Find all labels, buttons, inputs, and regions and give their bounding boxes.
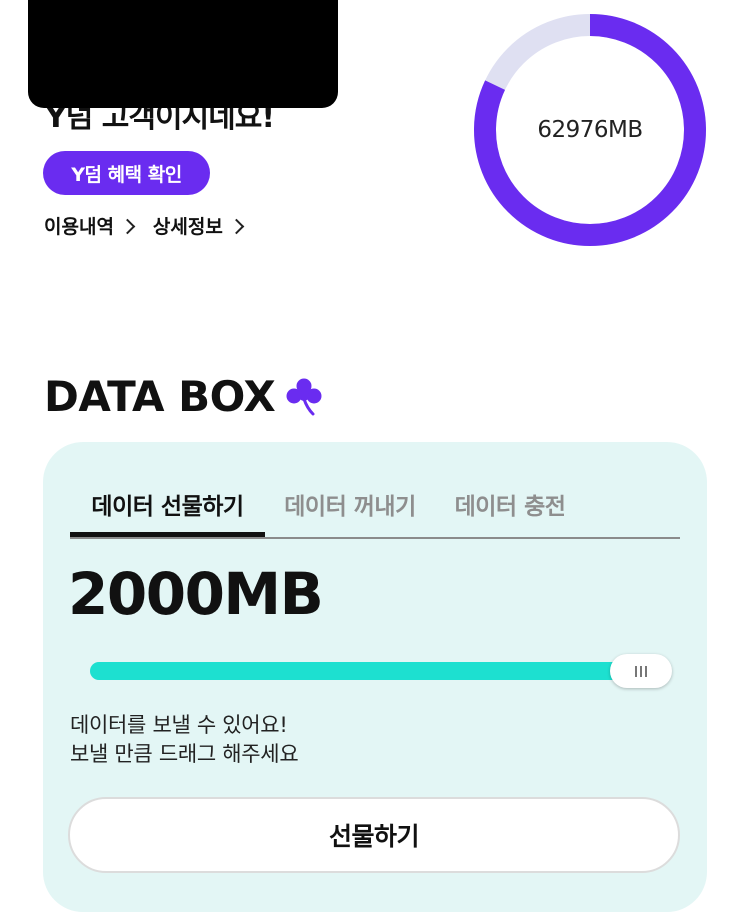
details-link[interactable]: 상세정보 <box>152 212 245 239</box>
databox-heading: DATA BOX <box>44 372 323 421</box>
drag-hint: 데이터를 보낼 수 있어요! 보낼 만큼 드래그 해주세요 <box>70 711 299 769</box>
grip-line <box>635 665 637 677</box>
hint-line-2: 보낼 만큼 드래그 해주세요 <box>70 742 299 766</box>
tab-data-withdraw[interactable]: 데이터 꺼내기 <box>270 483 430 535</box>
active-tab-indicator <box>70 532 265 537</box>
hint-line-1: 데이터를 보낼 수 있어요! <box>70 713 288 737</box>
databox-tabs: 데이터 선물하기 데이터 꺼내기 데이터 충전 <box>70 483 680 539</box>
clover-icon <box>286 378 322 415</box>
tab-data-gift[interactable]: 데이터 선물하기 <box>70 483 265 535</box>
amount-slider-handle[interactable] <box>610 654 672 688</box>
grip-line <box>640 665 642 677</box>
amount-slider-track[interactable] <box>90 662 670 680</box>
benefit-check-button[interactable]: Y덤 혜택 확인 <box>43 151 210 195</box>
chevron-right-icon <box>119 218 136 234</box>
amount-slider-fill <box>90 662 641 680</box>
redaction-block <box>28 0 338 108</box>
usage-history-label: 이용내역 <box>44 216 114 238</box>
grip-line <box>645 665 647 677</box>
details-label: 상세정보 <box>152 216 223 238</box>
databox-title: DATA BOX <box>44 372 276 421</box>
tab-data-charge[interactable]: 데이터 충전 <box>440 483 580 535</box>
gift-amount: 2000MB <box>68 560 324 628</box>
usage-history-link[interactable]: 이용내역 <box>44 212 136 239</box>
remaining-data-label: 62976MB <box>537 117 643 143</box>
gift-button[interactable]: 선물하기 <box>68 797 680 873</box>
chevron-right-icon <box>228 218 245 234</box>
detail-links: 이용내역 상세정보 <box>44 212 245 239</box>
